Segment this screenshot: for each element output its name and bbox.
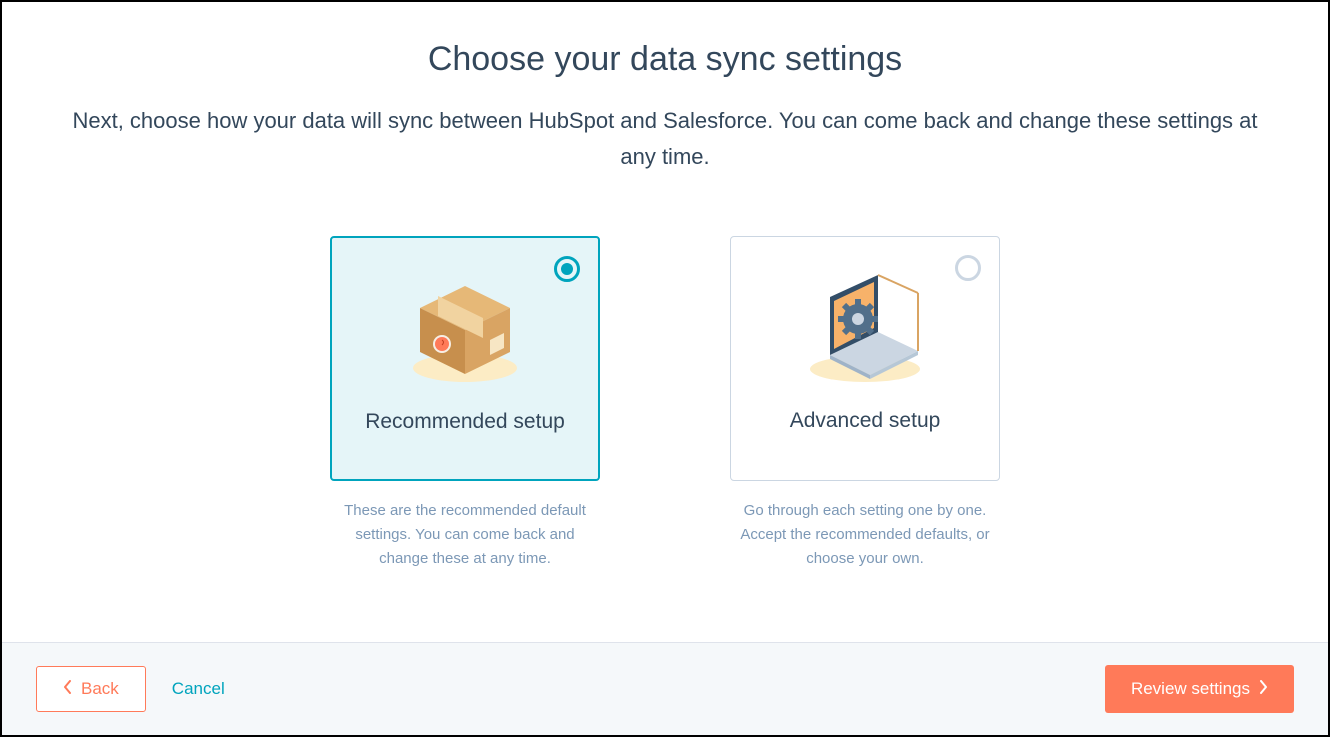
main-content: Choose your data sync settings Next, cho… <box>2 2 1328 642</box>
card-advanced-description: Go through each setting one by one. Acce… <box>730 499 1000 571</box>
option-advanced: Advanced setup Go through each setting o… <box>730 236 1000 571</box>
setup-wizard-frame: Choose your data sync settings Next, cho… <box>0 0 1330 737</box>
back-button-label: Back <box>81 679 119 699</box>
chevron-left-icon <box>63 679 73 699</box>
card-recommended-title: Recommended setup <box>365 410 565 434</box>
cancel-button[interactable]: Cancel <box>154 667 243 711</box>
box-illustration-icon <box>400 268 530 388</box>
radio-selected-icon <box>554 256 580 282</box>
option-recommended: Recommended setup These are the recommen… <box>330 236 600 571</box>
radio-unselected-icon <box>955 255 981 281</box>
review-settings-button[interactable]: Review settings <box>1105 665 1294 713</box>
card-advanced[interactable]: Advanced setup <box>730 236 1000 481</box>
cancel-button-label: Cancel <box>172 679 225 699</box>
card-recommended[interactable]: Recommended setup <box>330 236 600 481</box>
chevron-right-icon <box>1258 679 1268 699</box>
page-title: Choose your data sync settings <box>62 40 1268 79</box>
back-button[interactable]: Back <box>36 666 146 712</box>
wizard-footer: Back Cancel Review settings <box>2 642 1328 735</box>
option-row: Recommended setup These are the recommen… <box>62 236 1268 571</box>
laptop-gear-illustration-icon <box>800 267 930 387</box>
page-subtitle: Next, choose how your data will sync bet… <box>70 103 1260 176</box>
card-advanced-title: Advanced setup <box>790 409 941 433</box>
review-settings-label: Review settings <box>1131 679 1250 699</box>
card-recommended-description: These are the recommended default settin… <box>330 499 600 571</box>
